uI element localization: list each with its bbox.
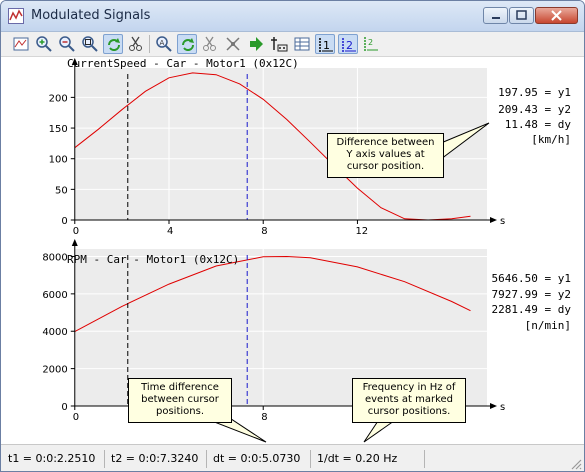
rpm-x-axis-label: s (500, 402, 505, 413)
minimize-icon (492, 17, 500, 19)
window-title: Modulated Signals (31, 8, 151, 23)
status-dt: dt = 0:0:5.0730 (211, 450, 311, 468)
cursor-1-button[interactable]: 1 (315, 34, 335, 54)
cursor-2-button[interactable]: 2 (338, 34, 358, 54)
zoom-out-button[interactable] (57, 34, 77, 54)
svg-text:2: 2 (346, 39, 353, 52)
speed-readout-unit: [km/h] (531, 133, 571, 146)
rpm-readout-dy: 2281.49 = dy (492, 303, 572, 316)
refresh-icon (108, 38, 120, 51)
status-frequency: 1/dt = 0.20 Hz (315, 450, 425, 468)
status-t1: t1 = 0:0:2.2510 (6, 450, 105, 468)
speed-x-axis-label: s (500, 216, 505, 227)
speed-chart-title: CurrentSpeed - Car - Motor1 (0x12C) (67, 57, 299, 70)
cursor-icon (271, 37, 288, 52)
rpm-y-tick-label: 8000 (42, 252, 67, 263)
close-icon (551, 10, 562, 21)
cursor-1-icon: 1 (319, 38, 333, 52)
speed-x-tick-label: 8 (261, 226, 267, 237)
speed-y-tick-label: 50 (55, 185, 68, 196)
status-t2: t2 = 0:0:7.3240 (109, 450, 207, 468)
maximize-icon (516, 10, 527, 20)
zoom-x-button[interactable]: A (154, 34, 174, 54)
cursor-sync-button[interactable]: 2 (361, 34, 381, 54)
zoom-fit-icon (82, 36, 98, 52)
rpm-x-tick-label: 0 (73, 412, 79, 423)
rpm-y-tick-label: 2000 (42, 365, 67, 376)
speed-y-tick-label: 200 (49, 93, 68, 104)
graph-settings-button[interactable] (11, 34, 31, 54)
rpm-y-tick-label: 4000 (42, 327, 67, 338)
refresh-button[interactable] (103, 34, 123, 54)
app-icon (8, 8, 24, 24)
speed-y-tick-label: 150 (49, 124, 68, 135)
svg-text:A: A (160, 39, 165, 47)
freq-tooltip: Frequency in Hz of events at marked curs… (352, 378, 466, 423)
speed-x-tick-label: 4 (167, 226, 173, 237)
chart-canvas[interactable]: 0501001502000 4 8 12s 020004000600080000 8s … (1, 57, 584, 444)
dt-tooltip: Time difference between cursor positions… (128, 378, 232, 423)
speed-y-tick-label: 0 (61, 216, 67, 227)
graph-settings-icon (13, 37, 29, 51)
resize-grip-icon[interactable] (570, 458, 582, 470)
rpm-y-tick-label: 0 (61, 402, 67, 413)
go-next-button[interactable] (246, 34, 266, 54)
go-next-icon (250, 37, 263, 51)
title-bar[interactable]: Modulated Signals (1, 1, 584, 32)
cut-alt-icon (203, 36, 216, 51)
cursor-button[interactable] (269, 34, 289, 54)
close-button[interactable] (535, 7, 578, 24)
rpm-readout-y1: 5646.50 = y1 (492, 272, 571, 285)
cursor-2-icon: 2 (342, 38, 356, 52)
dy-tooltip: Difference between Y axis values at curs… (327, 133, 444, 178)
cut-icon (129, 36, 142, 51)
clear-cuts-icon (226, 37, 240, 51)
table-icon (294, 37, 310, 51)
refresh-alt-icon (182, 38, 194, 51)
zoom-out-icon (59, 36, 75, 52)
cut-button[interactable] (126, 34, 146, 54)
svg-text:1: 1 (323, 39, 330, 52)
speed-readout-dy: 11.48 = dy (505, 118, 572, 131)
toolbar: A 1 2 2 (1, 32, 584, 57)
rpm-readout-y2: 7927.99 = y2 (492, 288, 571, 301)
app-window: Modulated Signals A 1 2 2 0 50 100 150 2… (0, 0, 585, 472)
zoom-in-icon (36, 36, 52, 52)
speed-readout-y1: 197.95 = y1 (498, 86, 571, 99)
svg-text:2: 2 (368, 38, 373, 47)
rpm-chart-title: RPM - Car - Motor1 (0x12C) (67, 253, 239, 266)
cursor-sync-icon: 2 (364, 37, 378, 51)
speed-x-tick-label: 0 (73, 226, 79, 237)
clear-cuts-button[interactable] (223, 34, 243, 54)
rpm-x-tick-label: 8 (261, 412, 267, 423)
zoom-x-icon: A (156, 36, 172, 52)
toolbar-separator (149, 35, 150, 53)
zoom-in-button[interactable] (34, 34, 54, 54)
minimize-button[interactable] (483, 7, 508, 24)
rpm-y-tick-label: 6000 (42, 290, 67, 301)
speed-readout-y2: 209.43 = y2 (498, 103, 571, 116)
rpm-readout-unit: [n/min] (525, 319, 571, 332)
refresh-alt-button[interactable] (177, 34, 197, 54)
speed-x-tick-label: 12 (355, 226, 368, 237)
maximize-button[interactable] (509, 7, 534, 24)
cut-alt-button[interactable] (200, 34, 220, 54)
status-bar: t1 = 0:0:2.2510 t2 = 0:0:7.3240 dt = 0:0… (1, 444, 584, 471)
speed-y-tick-label: 100 (49, 155, 68, 166)
zoom-fit-button[interactable] (80, 34, 100, 54)
table-button[interactable] (292, 34, 312, 54)
